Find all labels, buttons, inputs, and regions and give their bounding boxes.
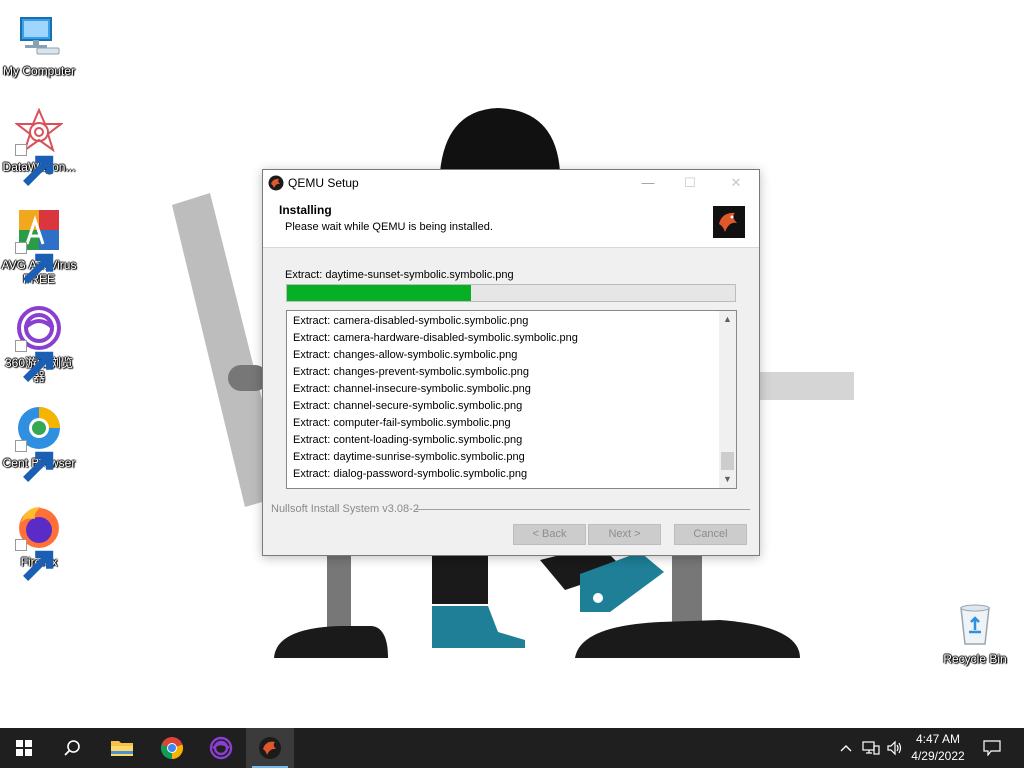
- datawagon-icon: [15, 108, 63, 186]
- log-entry: Extract: camera-disabled-symbolic.symbol…: [293, 315, 529, 327]
- shortcut-arrow-icon: [15, 440, 54, 482]
- taskbar-360-game-browser[interactable]: [197, 728, 245, 768]
- desktop-icon-datawagon[interactable]: DataWagon...: [0, 108, 78, 186]
- search-button[interactable]: [48, 728, 96, 768]
- log-entry: Extract: changes-allow-symbolic.symbolic…: [293, 349, 518, 361]
- desktop-icon-my-computer[interactable]: My Computer: [0, 12, 78, 78]
- desktop-icon-firefox[interactable]: Firefox: [0, 503, 78, 581]
- clock-time: 4:47 AM: [915, 732, 961, 746]
- shortcut-arrow-icon: [15, 539, 54, 581]
- log-entry: Extract: computer-fail-symbolic.symbolic…: [293, 417, 511, 429]
- desktop-icon-360-game-browser[interactable]: 360游戏浏览器: [0, 304, 78, 384]
- computer-icon: [15, 12, 63, 60]
- firefox-icon: [15, 503, 63, 581]
- log-entry: Extract: channel-secure-symbolic.symboli…: [293, 400, 523, 412]
- qemu-setup-dialog: QEMU Setup — ☐ ✕ Installing Please wait …: [262, 169, 760, 556]
- chevron-up-icon: [840, 745, 852, 752]
- qemu-app-icon: [268, 175, 284, 191]
- log-entry: Extract: daytime-sunrise-symbolic.symbol…: [293, 451, 525, 463]
- header-title: Installing: [279, 203, 332, 217]
- notification-icon: [983, 740, 1001, 756]
- cancel-button[interactable]: Cancel: [674, 524, 747, 545]
- network-icon: [862, 741, 880, 755]
- minimize-button[interactable]: —: [625, 170, 671, 196]
- dialog-title: QEMU Setup: [288, 176, 359, 190]
- taskbar-clock[interactable]: 4:47 AM 4/29/2022: [904, 731, 972, 765]
- recycle-bin-icon: [951, 600, 999, 648]
- dialog-header: Installing Please wait while QEMU is bei…: [263, 196, 759, 248]
- start-icon: [16, 740, 32, 756]
- scroll-down-arrow-icon[interactable]: ▼: [719, 471, 736, 488]
- clock-date: 4/29/2022: [911, 749, 965, 763]
- scroll-thumb[interactable]: [721, 452, 734, 470]
- desktop-icon-recycle-bin[interactable]: Recycle Bin: [936, 600, 1014, 666]
- log-scrollbar[interactable]: ▲ ▼: [719, 311, 736, 488]
- network-status[interactable]: [860, 728, 882, 768]
- desktop-icon-label: Recycle Bin: [943, 652, 1007, 666]
- close-button: ✕: [730, 175, 742, 190]
- desktop-icon-avg[interactable]: AVG AntiVirus FREE: [0, 206, 78, 286]
- cent-browser-icon: [15, 404, 63, 482]
- taskbar-file-explorer[interactable]: [98, 728, 146, 768]
- header-subtitle: Please wait while QEMU is being installe…: [285, 221, 493, 233]
- title-bar[interactable]: QEMU Setup — ☐ ✕: [263, 170, 759, 196]
- desktop-icon-cent-browser[interactable]: Cent Browser: [0, 404, 78, 482]
- 360-game-browser-icon: [209, 736, 233, 760]
- search-icon: [64, 740, 80, 756]
- shortcut-arrow-icon: [15, 340, 54, 382]
- log-entry: Extract: channel-insecure-symbolic.symbo…: [293, 383, 531, 395]
- progress-fill: [287, 285, 471, 301]
- nsis-branding: Nullsoft Install System v3.08-2: [271, 503, 419, 515]
- next-button[interactable]: Next >: [588, 524, 661, 545]
- maximize-button: ☐: [684, 175, 696, 190]
- log-entry: Extract: changes-prevent-symbolic.symbol…: [293, 366, 529, 378]
- back-button[interactable]: < Back: [513, 524, 586, 545]
- branding-divider: [416, 509, 750, 510]
- scroll-up-arrow-icon[interactable]: ▲: [719, 311, 736, 328]
- install-progress-bar: [286, 284, 736, 302]
- log-entry: Extract: content-loading-symbolic.symbol…: [293, 434, 523, 446]
- current-file-status: Extract: daytime-sunset-symbolic.symboli…: [285, 269, 514, 281]
- file-explorer-icon: [111, 741, 133, 756]
- avg-icon: [15, 206, 63, 284]
- taskbar-chrome[interactable]: [148, 728, 196, 768]
- qemu-logo-icon: [713, 206, 745, 238]
- log-entries: Extract: camera-disabled-symbolic.symbol…: [287, 311, 736, 483]
- shortcut-arrow-icon: [15, 144, 54, 186]
- shortcut-arrow-icon: [15, 242, 54, 284]
- start-button[interactable]: [0, 728, 48, 768]
- chrome-icon: [160, 737, 184, 760]
- 360-game-browser-icon: [15, 304, 63, 382]
- taskbar: 4:47 AM 4/29/2022: [0, 728, 1024, 768]
- speaker-icon: [887, 740, 902, 756]
- install-log-list[interactable]: Extract: camera-disabled-symbolic.symbol…: [286, 310, 737, 489]
- volume-control[interactable]: [884, 728, 906, 768]
- log-entry: Extract: dialog-password-symbolic.symbol…: [293, 468, 528, 480]
- taskbar-qemu-setup[interactable]: [246, 728, 294, 768]
- log-entry: Extract: camera-hardware-disabled-symbol…: [293, 332, 578, 344]
- show-hidden-icons-button[interactable]: [838, 728, 854, 768]
- action-center-button[interactable]: [978, 728, 1006, 768]
- desktop-icon-label: My Computer: [2, 64, 76, 78]
- qemu-setup-icon: [259, 737, 281, 759]
